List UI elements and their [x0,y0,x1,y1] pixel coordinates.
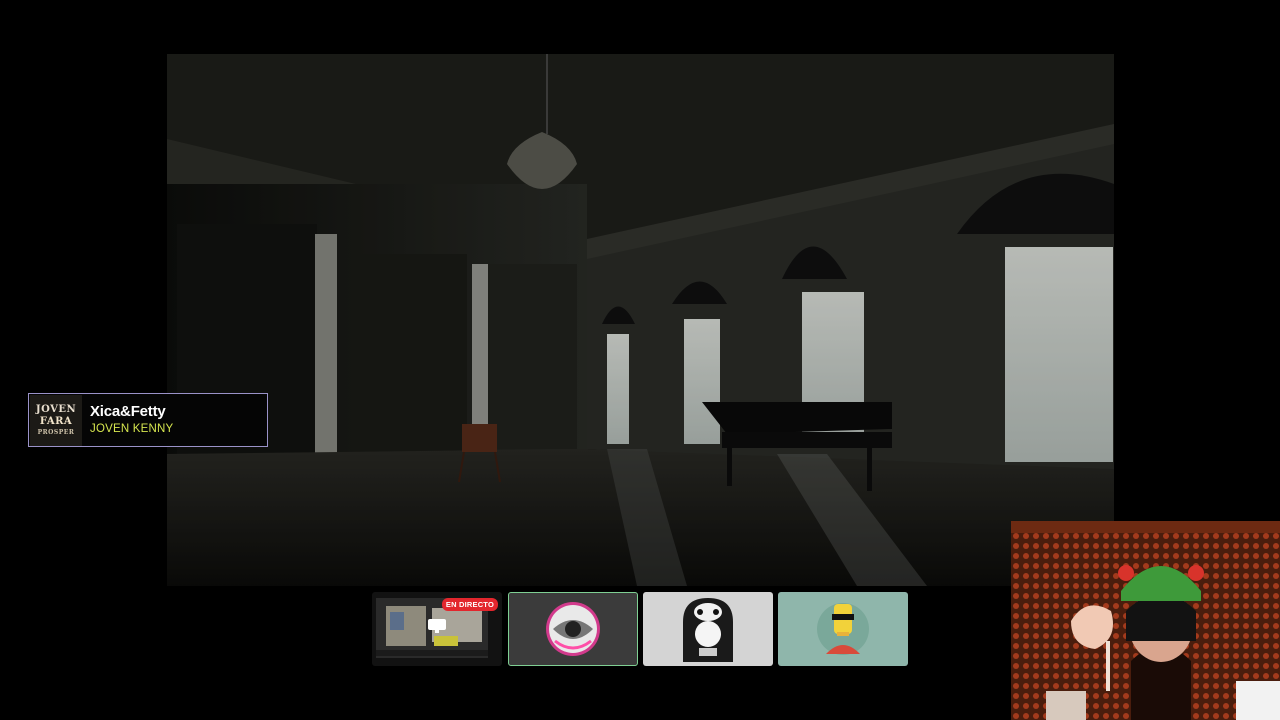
track-title: Xica&Fetty [90,403,166,420]
participant-tile-screen-share[interactable]: EN DIRECTO [372,592,502,666]
album-cover: JOVEN FARA PROSPER [30,394,82,446]
cover-text-1: JOVEN [35,403,77,415]
webcam-overlay [1011,521,1280,720]
cover-text-2: FARA [39,415,73,427]
live-badge: EN DIRECTO [441,598,498,611]
sphere-avatar-icon [546,602,600,656]
participant-tile-character[interactable] [778,592,908,666]
character-avatar-icon [817,603,869,655]
video-frame-ballroom [167,54,1114,586]
screen-share-icon [428,619,446,633]
now-playing-card: JOVEN FARA PROSPER Xica&Fetty JOVEN KENN… [28,393,268,447]
cover-text-3: PROSPER [37,428,75,436]
track-artist: JOVEN KENNY [90,423,174,435]
participant-tile-ghost[interactable] [643,592,773,666]
participant-tile-sphere[interactable] [508,592,638,666]
ghost-avatar-icon [683,598,733,662]
main-video-player[interactable] [167,54,1114,586]
webcam-feed [1011,521,1280,720]
